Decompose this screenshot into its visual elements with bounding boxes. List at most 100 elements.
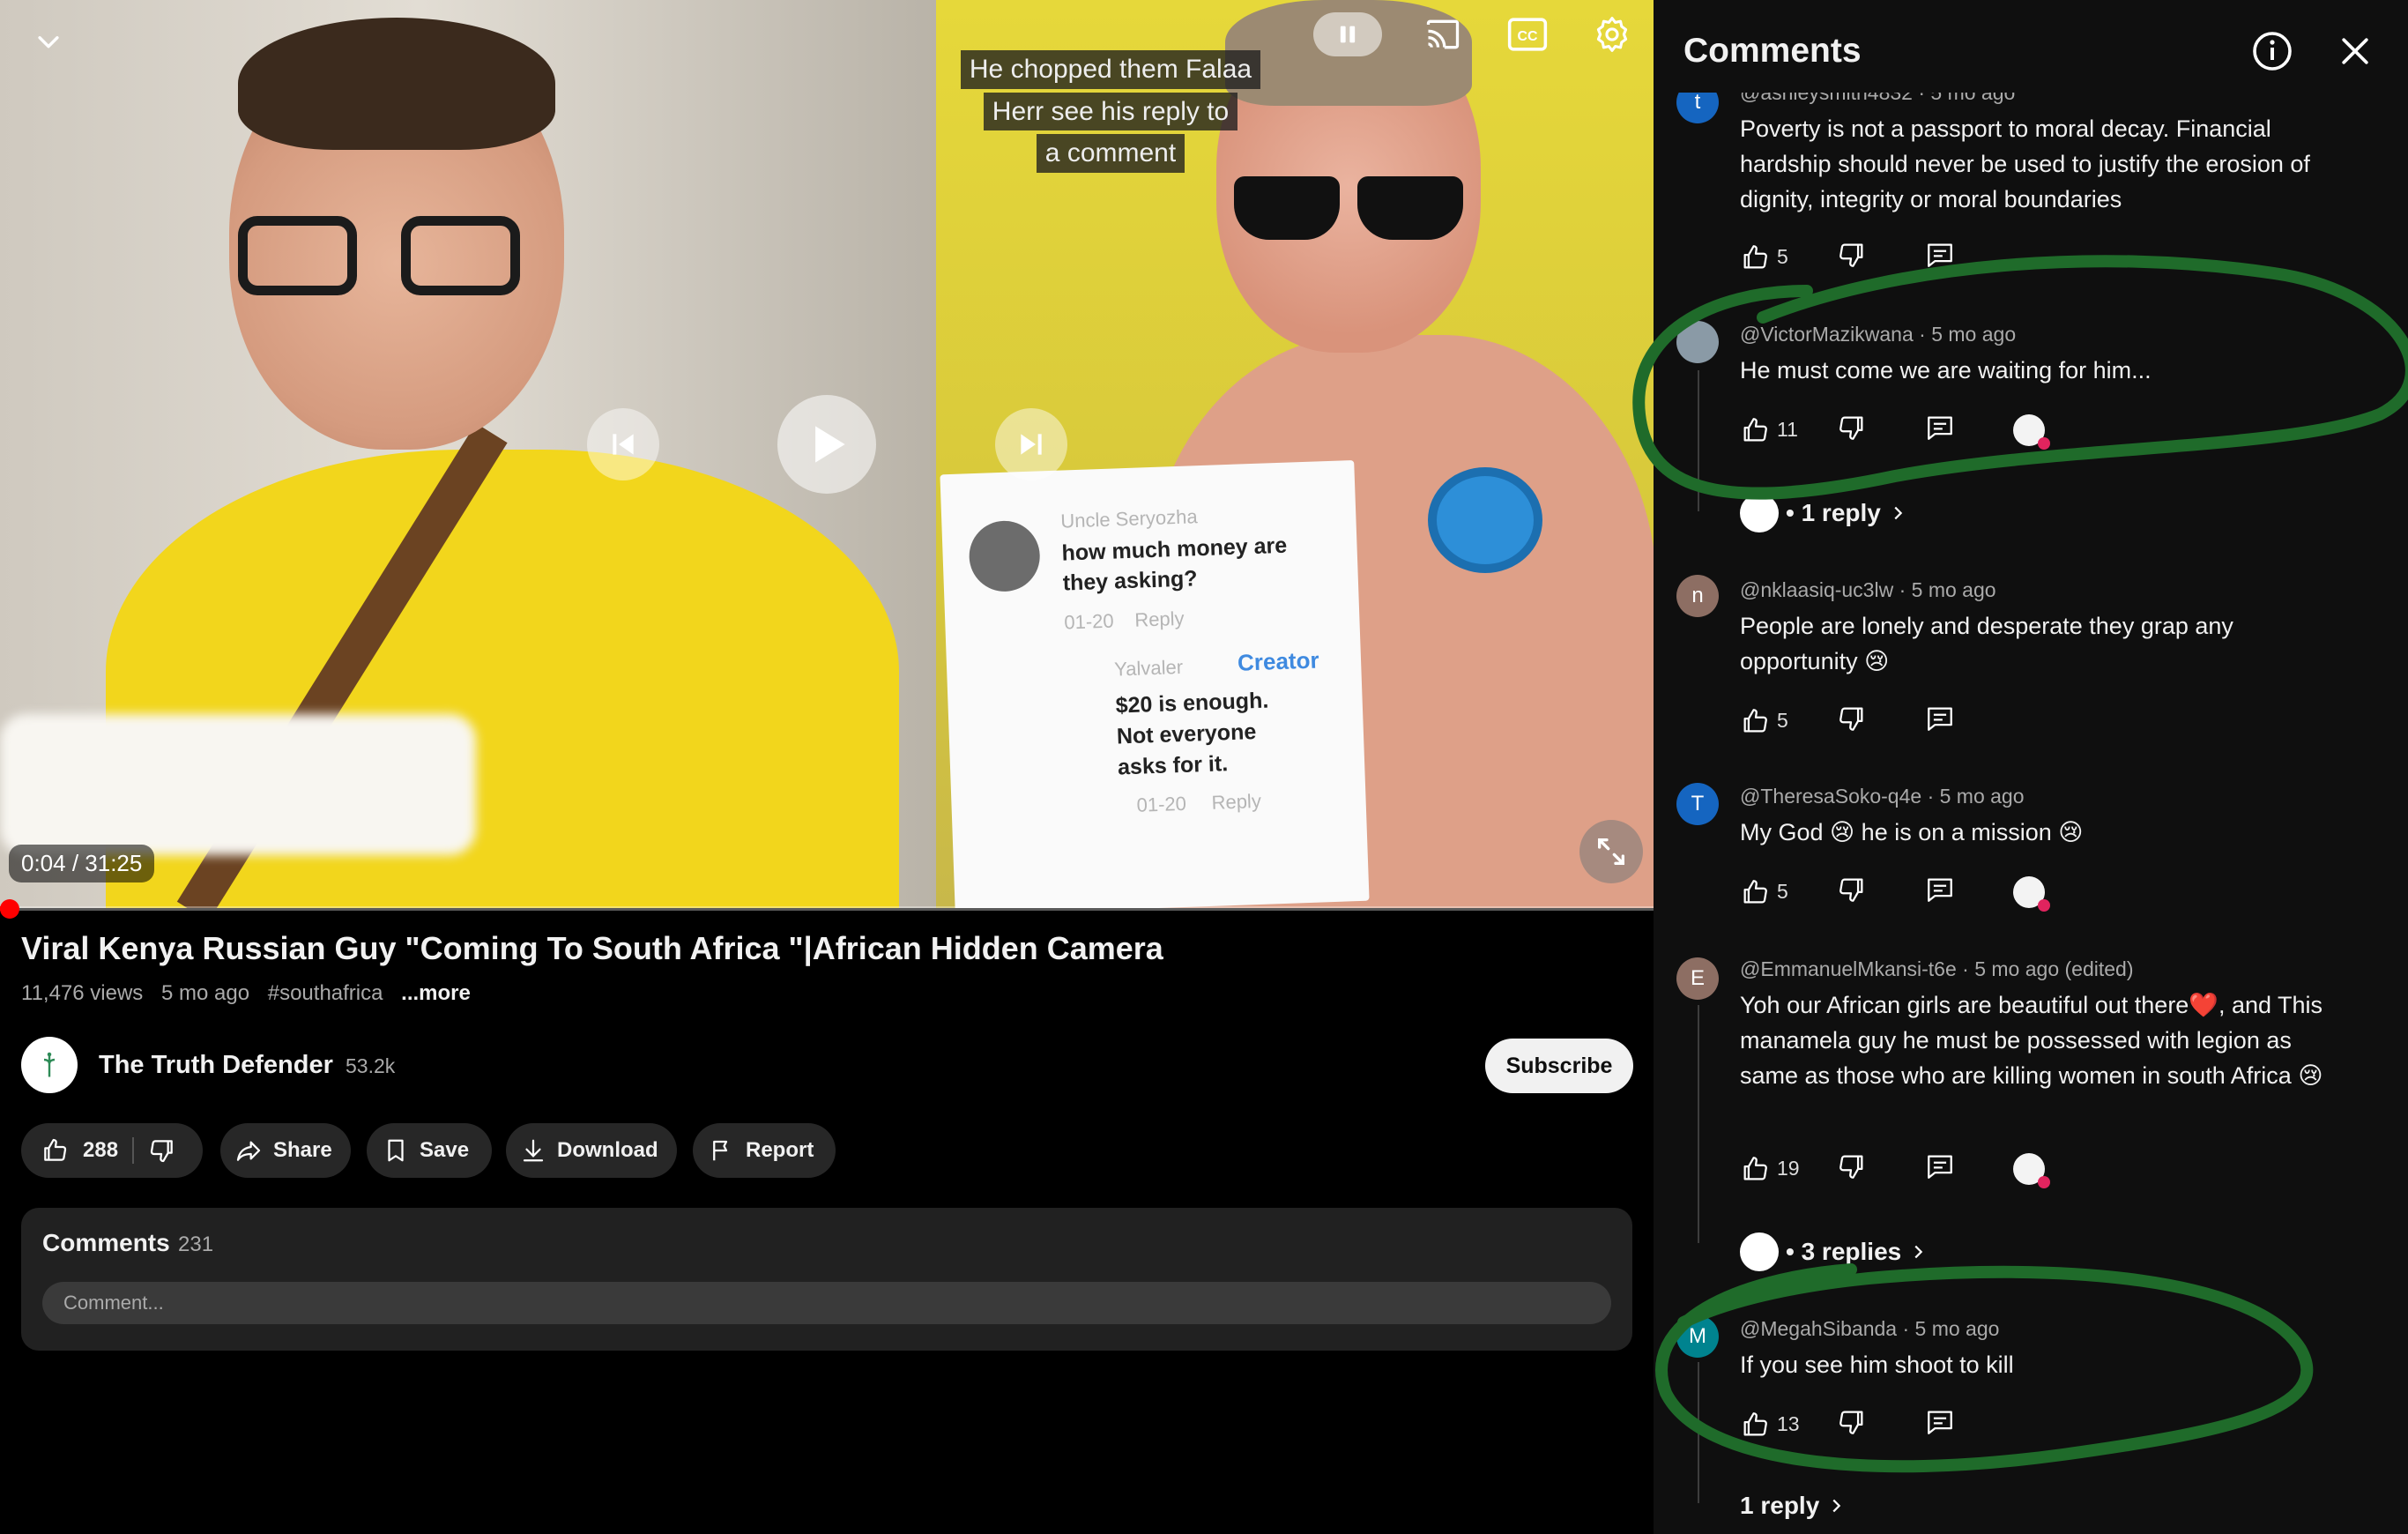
reply-icon <box>1928 878 1952 902</box>
dislike-button[interactable] <box>1837 704 1925 738</box>
paper-commenter: Uncle Seryozha <box>1059 505 1198 532</box>
comment-meta[interactable]: @VictorMazikwana · 5 mo ago <box>1740 323 2016 346</box>
comment-meta[interactable]: @MegahSibanda · 5 mo ago <box>1740 1317 1999 1341</box>
reply-button[interactable] <box>1925 413 2013 447</box>
time-display: 0:04 / 31:25 <box>9 845 155 882</box>
dislike-button[interactable] <box>1837 1151 1925 1186</box>
replies-link[interactable]: 1 reply <box>1740 1492 1846 1520</box>
reply-author-avatar <box>1740 1232 1779 1271</box>
dislike-icon <box>1839 1411 1863 1434</box>
overlay-line: Herr see his reply to <box>983 92 1238 130</box>
dislike-icon[interactable] <box>148 1136 176 1165</box>
chevron-right-icon <box>1832 1499 1841 1513</box>
share-label: Share <box>273 1138 332 1162</box>
like-dislike-pill: 288 <box>21 1123 203 1178</box>
dislike-icon <box>1839 243 1863 267</box>
dislike-button[interactable] <box>1837 875 1925 909</box>
avatar-letter: E <box>1690 966 1705 990</box>
dislike-button[interactable] <box>1837 240 1925 274</box>
pause-icon[interactable] <box>1313 12 1382 56</box>
paper-answer-reply: Reply <box>1211 789 1262 814</box>
next-icon[interactable] <box>995 408 1067 480</box>
reply-button[interactable] <box>1925 704 2013 738</box>
like-button[interactable]: 19 <box>1740 1154 1837 1184</box>
comment-meta[interactable]: @nklaasiq-uc3lw · 5 mo ago <box>1740 578 1996 602</box>
scene-hair-left <box>238 18 555 150</box>
share-button[interactable]: Share <box>220 1123 351 1178</box>
comments-card-count: 231 <box>178 1232 214 1256</box>
reply-icon <box>1928 416 1952 440</box>
fullscreen-icon[interactable] <box>1579 820 1643 883</box>
overlay-line: He chopped them Falaa <box>960 50 1261 89</box>
progress-track[interactable] <box>0 906 1654 911</box>
comment-avatar[interactable]: n <box>1676 575 1719 617</box>
download-label: Download <box>557 1138 658 1162</box>
comment-actions: 19 <box>1740 1151 2050 1188</box>
comment-meta[interactable]: @TheresaSoko-q4e · 5 mo ago <box>1740 785 2025 808</box>
comment-meta[interactable]: @EmmanuelMkansi-t6e · 5 mo ago (edited) <box>1740 957 2133 981</box>
channel-name[interactable]: The Truth Defender <box>99 1051 333 1080</box>
info-icon[interactable] <box>2251 30 2293 77</box>
like-button[interactable]: 13 <box>1740 1410 1837 1440</box>
paper-answer-1: $20 is enough. <box>1115 688 1269 719</box>
comment-avatar[interactable]: E <box>1676 957 1719 1000</box>
save-button[interactable]: Save <box>367 1123 492 1178</box>
channel-avatar[interactable] <box>21 1037 78 1093</box>
comment-text: People are lonely and desperate they gra… <box>1740 613 2233 674</box>
like-button[interactable]: 11 <box>1740 415 1837 445</box>
comment-actions: 11 <box>1740 413 2050 450</box>
like-button[interactable]: 5 <box>1740 706 1837 736</box>
reply-button[interactable] <box>1925 240 2013 274</box>
panel-header: Comments <box>1654 0 2408 93</box>
video-meta: 11,476 views 5 mo ago #southafrica ...mo… <box>21 981 483 1006</box>
creator-heart-icon <box>2013 413 2050 450</box>
video-title: Viral Kenya Russian Guy "Coming To South… <box>21 930 1163 966</box>
report-button[interactable]: Report <box>693 1123 836 1178</box>
replies-link[interactable]: • 1 reply <box>1740 494 1907 532</box>
comment-text: Yoh our African girls are beautiful out … <box>1740 992 2323 1089</box>
dislike-icon <box>1839 1155 1863 1179</box>
reply-button[interactable] <box>1925 1151 2013 1186</box>
reply-button[interactable] <box>1925 875 2013 909</box>
comments-preview-card[interactable]: Comments 231 Comment... <box>21 1208 1632 1351</box>
like-icon[interactable] <box>41 1136 69 1165</box>
dislike-button[interactable] <box>1837 413 1925 447</box>
avatar-letter: M <box>1689 1324 1706 1348</box>
comment-text: My God 😢 he is on a mission 😢 <box>1740 819 2084 845</box>
like-button[interactable]: 5 <box>1740 877 1837 907</box>
chevron-down-icon[interactable] <box>26 19 71 63</box>
play-icon[interactable] <box>777 395 876 494</box>
download-button[interactable]: Download <box>506 1123 677 1178</box>
subscribe-button[interactable]: Subscribe <box>1485 1039 1633 1093</box>
comment-avatar[interactable] <box>1676 321 1719 363</box>
like-button[interactable]: 5 <box>1740 242 1837 272</box>
replies-link[interactable]: • 3 replies <box>1740 1232 1928 1271</box>
video-player[interactable]: He chopped them Falaa Herr see his reply… <box>0 0 1654 908</box>
thread-line <box>1698 1362 1699 1503</box>
cast-icon[interactable] <box>1421 12 1465 56</box>
chevron-right-icon <box>1894 506 1903 520</box>
dislike-icon <box>1839 707 1863 731</box>
close-icon[interactable] <box>2336 32 2375 75</box>
like-count: 5 <box>1777 245 1788 268</box>
creator-heart-icon <box>2013 1152 2050 1188</box>
comment-input[interactable]: Comment... <box>42 1282 1611 1324</box>
cc-icon[interactable]: CC <box>1504 12 1551 56</box>
paper-question-2: they asking? <box>1062 566 1199 596</box>
like-icon <box>1743 417 1767 441</box>
dislike-icon <box>1839 878 1863 902</box>
reply-icon <box>1928 707 1952 731</box>
more-link[interactable]: ...more <box>401 981 471 1005</box>
comment-actions: 5 <box>1740 704 2013 738</box>
like-icon <box>1743 708 1767 732</box>
comment-avatar[interactable]: M <box>1676 1315 1719 1358</box>
hashtag-link[interactable]: #southafrica <box>268 981 383 1005</box>
dislike-button[interactable] <box>1837 1407 1925 1441</box>
settings-icon[interactable] <box>1590 12 1634 56</box>
comment-avatar[interactable]: T <box>1676 783 1719 825</box>
reply-button[interactable] <box>1925 1407 2013 1441</box>
progress-scrubber[interactable] <box>0 899 19 919</box>
like-count: 11 <box>1777 418 1798 441</box>
subscriber-count: 53.2k <box>346 1054 396 1077</box>
previous-icon[interactable] <box>587 408 659 480</box>
